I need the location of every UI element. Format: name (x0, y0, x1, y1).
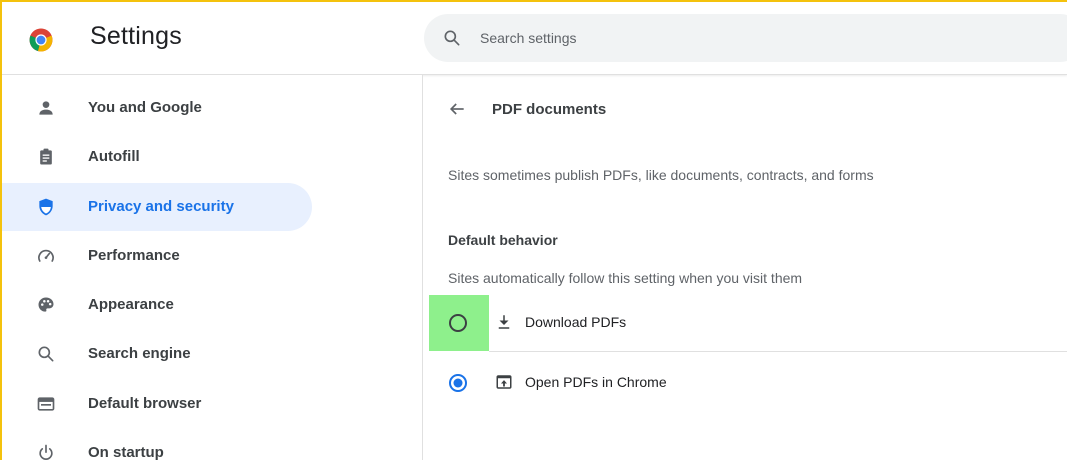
page-title: PDF documents (492, 101, 607, 118)
browser-window-icon (37, 397, 55, 411)
option-download-pdfs[interactable]: Download PDFs (423, 295, 1067, 351)
radio-checked[interactable] (448, 373, 468, 393)
option-divider (489, 351, 1067, 352)
settings-window: Settings You and Google (0, 0, 1067, 460)
search-icon (38, 346, 54, 362)
sidebar-item-label: Autofill (88, 148, 140, 165)
sidebar-item-label: Appearance (88, 296, 174, 313)
sidebar-item-label: Search engine (88, 345, 191, 362)
sidebar-item-appearance[interactable]: Appearance (2, 281, 312, 329)
sidebar-item-label: Performance (88, 247, 180, 264)
search-input[interactable] (480, 26, 1040, 50)
power-icon (39, 444, 53, 460)
main-content: PDF documents Sites sometimes publish PD… (423, 75, 1067, 460)
sidebar-item-privacy-and-security[interactable]: Privacy and security (2, 183, 312, 231)
sidebar-item-search-engine[interactable]: Search engine (2, 330, 312, 378)
search-box[interactable] (424, 14, 1067, 62)
clipboard-icon (40, 148, 52, 165)
header-bar: Settings (2, 2, 1067, 75)
radio-unchecked[interactable] (448, 313, 468, 333)
section-heading: Default behavior (448, 232, 558, 248)
download-icon (498, 315, 510, 329)
sidebar-item-label: On startup (88, 444, 164, 460)
section-subheading: Sites automatically follow this setting … (448, 270, 803, 286)
sidebar-item-default-browser[interactable]: Default browser (2, 380, 312, 428)
sidebar-item-autofill[interactable]: Autofill (2, 133, 312, 181)
sidebar-item-performance[interactable]: Performance (2, 232, 312, 280)
sidebar-item-on-startup[interactable]: On startup (2, 429, 312, 460)
app-title: Settings (90, 22, 182, 50)
open-in-browser-icon (496, 375, 512, 389)
chrome-logo-icon (29, 28, 53, 52)
palette-icon (38, 297, 54, 312)
person-icon (39, 101, 53, 115)
sidebar: You and Google Autofill Privacy and secu… (2, 75, 422, 460)
shield-icon (39, 198, 53, 216)
arrow-back-icon[interactable] (447, 99, 467, 119)
sidebar-item-you-and-google[interactable]: You and Google (2, 84, 312, 132)
speedometer-icon (38, 249, 54, 262)
sidebar-item-label: Privacy and security (88, 198, 234, 215)
option-label: Download PDFs (525, 314, 627, 330)
option-label: Open PDFs in Chrome (525, 374, 667, 390)
sidebar-item-label: You and Google (88, 99, 202, 116)
search-icon (444, 30, 460, 46)
option-open-pdfs-in-chrome[interactable]: Open PDFs in Chrome (423, 355, 1067, 411)
page-description: Sites sometimes publish PDFs, like docum… (448, 167, 874, 183)
sidebar-item-label: Default browser (88, 395, 202, 412)
